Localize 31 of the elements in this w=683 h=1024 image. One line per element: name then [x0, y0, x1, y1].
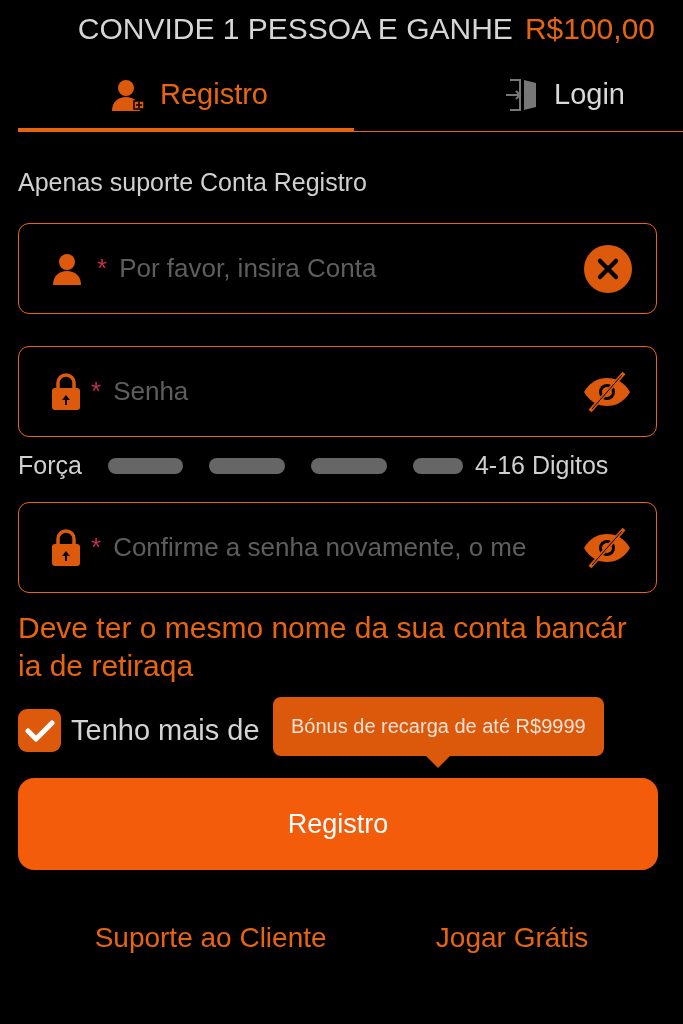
input-field[interactable]: Confirme a senha novamente, o me [111, 531, 572, 564]
required-mark: * [97, 253, 108, 284]
required-mark: * [91, 532, 102, 563]
checkbox[interactable] [18, 709, 61, 752]
warning-text: Deve ter o mesmo nome da sua conta bancária de retiraqa [18, 610, 628, 684]
agreement-text: Tenho mais de [71, 714, 260, 747]
strength-hint: 4-16 Digitos [474, 451, 609, 480]
input-field[interactable]: Por favor, insira Conta [117, 252, 574, 285]
tab[interactable]: Login [354, 70, 683, 132]
clear-icon[interactable] [584, 244, 632, 293]
tooltip: Bónus de recarga de até R$9999 [273, 697, 604, 756]
text-field[interactable]: * Senha [18, 346, 657, 437]
lock-icon [51, 528, 81, 567]
tab[interactable]: Registro [18, 70, 354, 132]
eye-off-icon[interactable] [582, 526, 632, 569]
text-field[interactable]: * Por favor, insira Conta [18, 223, 657, 314]
lock-icon [51, 372, 81, 411]
register-button[interactable]: Registro [18, 778, 658, 870]
notice-text: Apenas suporte Conta Registro [18, 168, 368, 197]
eye-off-icon[interactable] [582, 370, 632, 413]
text-field[interactable]: * Confirme a senha novamente, o me [18, 502, 657, 593]
strength-segment [412, 457, 463, 474]
tooltip-arrow-icon [426, 756, 451, 768]
strength-label: Força [18, 451, 82, 480]
input-field[interactable]: Senha [111, 375, 572, 408]
footer-link[interactable]: Jogar Grátis [435, 922, 589, 954]
promo-text: CONVIDE 1 PESSOA E GANHE [77, 12, 513, 46]
check-icon [24, 718, 55, 743]
promo-amount: R$100,00 [524, 12, 655, 46]
footer-link[interactable]: Suporte ao Cliente [94, 922, 327, 954]
required-mark: * [91, 376, 102, 407]
